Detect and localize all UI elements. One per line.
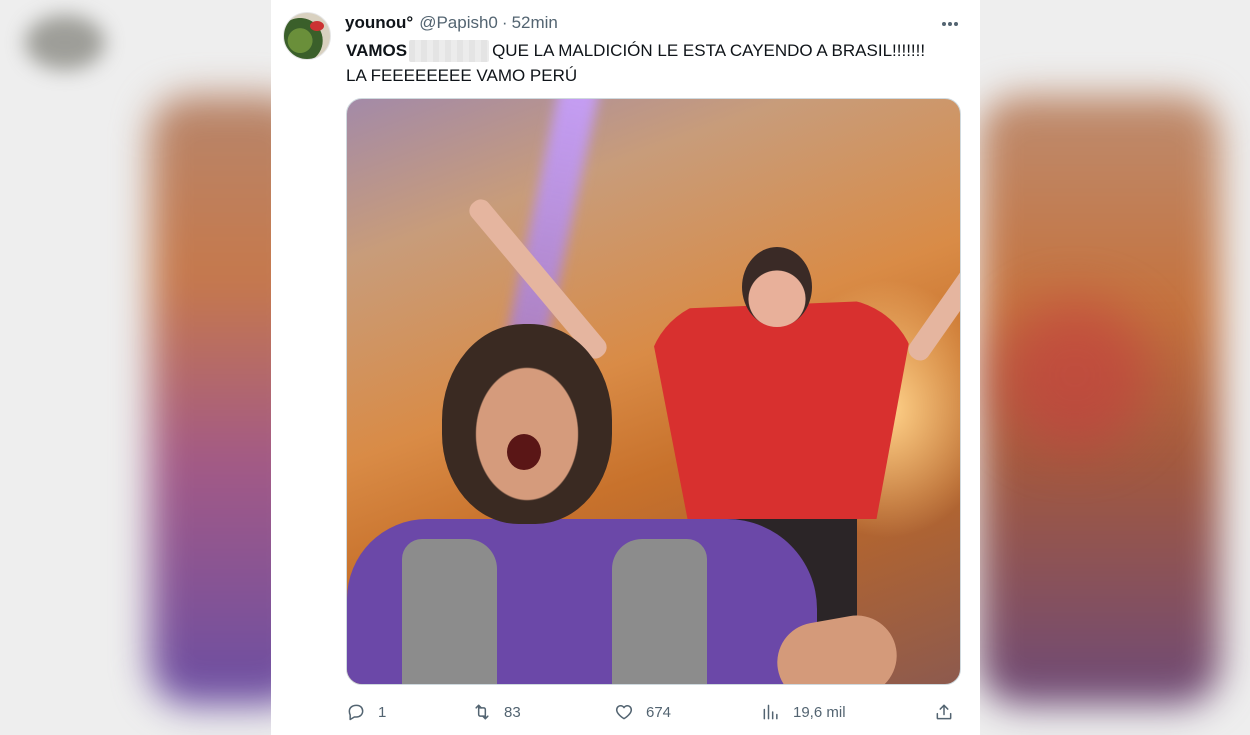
heart-icon — [615, 705, 633, 720]
tweet-text-line2: LA FEEEEEEEE VAMO PERÚ — [346, 66, 578, 85]
timestamp[interactable]: 52min — [512, 13, 558, 33]
tweet-text-rest: QUE LA MALDICIÓN LE ESTA CAYENDO A BRASI… — [492, 41, 926, 60]
image-figure-part — [742, 247, 812, 327]
views-button[interactable]: 19,6 mil — [761, 700, 846, 724]
reply-button[interactable]: 1 — [346, 700, 386, 724]
tweet-text: VAMOS QUE LA MALDICIÓN LE ESTA CAYENDO A… — [346, 38, 966, 88]
avatar[interactable] — [283, 12, 331, 60]
share-button[interactable] — [934, 700, 954, 724]
image-figure-part — [612, 539, 707, 684]
reply-icon — [348, 704, 364, 721]
tweet-image[interactable] — [346, 98, 961, 685]
reply-count: 1 — [378, 703, 387, 721]
image-figure-part — [507, 434, 541, 470]
like-button[interactable]: 674 — [614, 700, 671, 724]
views-chart-icon — [763, 704, 778, 720]
tweet-header: younou° @Papish0 · 52min — [345, 13, 558, 33]
like-count: 674 — [646, 703, 672, 721]
retweet-button[interactable]: 83 — [472, 700, 521, 724]
more-options-button[interactable] — [937, 13, 963, 35]
user-handle[interactable]: @Papish0 — [419, 13, 498, 33]
retweet-count: 83 — [504, 703, 521, 721]
image-figure-part — [647, 299, 917, 519]
retweet-icon — [475, 704, 489, 720]
redacted-block — [409, 39, 490, 62]
share-icon — [936, 704, 952, 720]
tweet-text-bold: VAMOS — [346, 41, 408, 60]
more-horizontal-icon — [942, 22, 958, 26]
display-name[interactable]: younou° — [345, 13, 413, 33]
separator-dot: · — [501, 13, 508, 32]
views-count: 19,6 mil — [793, 703, 846, 721]
tweet-actions: 1 83 674 19,6 mil — [346, 700, 966, 724]
tweet-card[interactable]: younou° @Papish0 · 52min VAMOS QUE LA MA… — [271, 0, 980, 735]
image-figure-part — [442, 324, 612, 524]
blurred-background-shape — [1000, 300, 1150, 450]
image-figure-part — [402, 539, 497, 684]
blurred-background-shape — [25, 15, 105, 70]
